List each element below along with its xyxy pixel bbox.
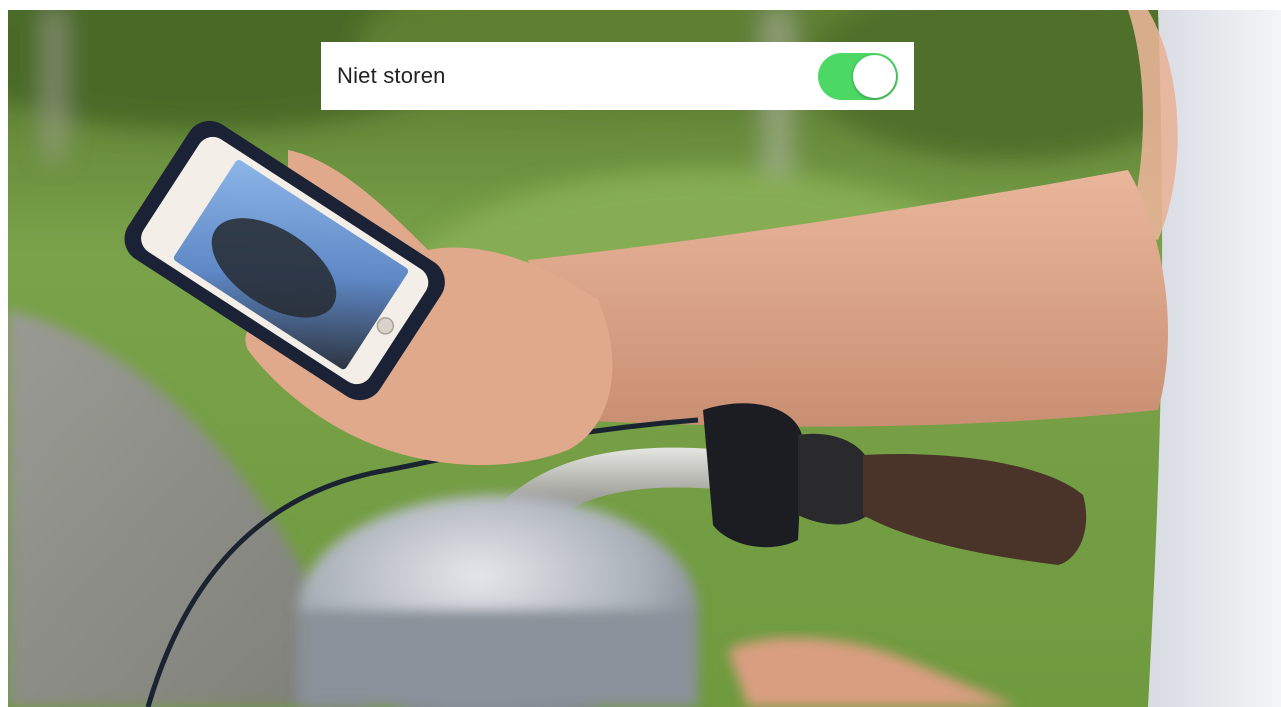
background-photo [8, 10, 1281, 707]
photo-frame: Niet storen [8, 10, 1281, 707]
do-not-disturb-label: Niet storen [337, 63, 446, 88]
do-not-disturb-toggle[interactable] [818, 52, 898, 100]
do-not-disturb-row: Niet storen [321, 42, 914, 110]
toggle-knob [853, 54, 896, 98]
